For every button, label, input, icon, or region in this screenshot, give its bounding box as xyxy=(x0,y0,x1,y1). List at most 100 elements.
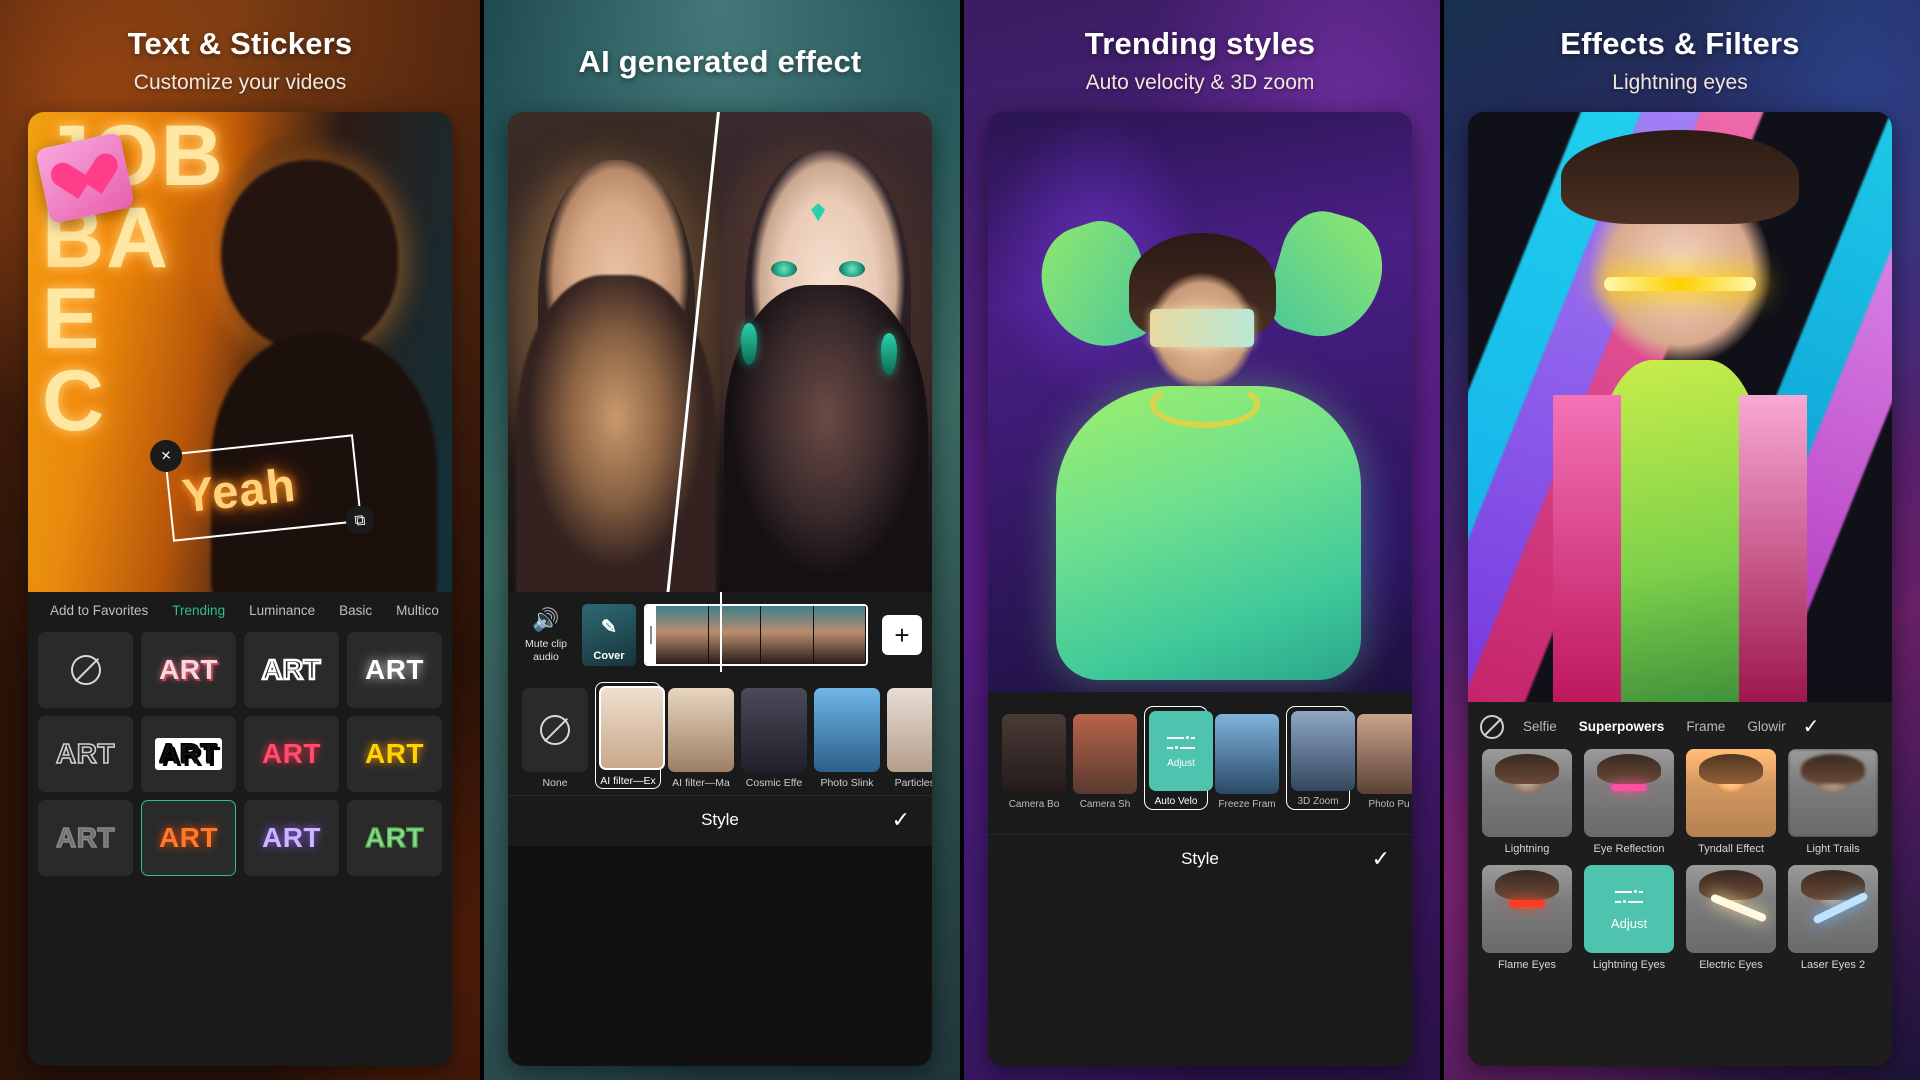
tab-selfie[interactable]: Selfie xyxy=(1512,719,1568,734)
filter-item[interactable]: Photo Slink xyxy=(814,688,880,789)
effect-item[interactable]: Eye Reflection xyxy=(1584,749,1674,855)
effect-item[interactable]: Tyndall Effect xyxy=(1686,749,1776,855)
confirm-icon[interactable]: ✓ xyxy=(892,807,910,833)
no-effect-icon[interactable] xyxy=(1480,714,1504,739)
adjust-thumbnail: Adjust xyxy=(1149,711,1213,791)
style-footer-2: Style ✓ xyxy=(508,795,932,846)
filter-thumbnail xyxy=(668,688,734,772)
effect-label: Flame Eyes xyxy=(1497,959,1557,971)
effect-thumbnail xyxy=(1686,749,1776,837)
panel-divider xyxy=(1440,0,1444,1080)
tab-multicolor[interactable]: Multico xyxy=(384,601,451,620)
tab-luminance[interactable]: Luminance xyxy=(237,601,327,620)
effect-category-tabs: Selfie Superpowers Frame Glowir ✓ xyxy=(1468,712,1892,749)
confirm-icon[interactable]: ✓ xyxy=(1803,714,1820,739)
clip-thumbnail[interactable] xyxy=(708,606,761,664)
effect-item[interactable]: Light Trails xyxy=(1788,749,1878,855)
style-swatch-selected[interactable]: ART xyxy=(141,800,236,876)
clip-thumbnail[interactable] xyxy=(813,606,866,664)
style-swatch[interactable]: ART xyxy=(141,716,236,792)
filter-thumbnail xyxy=(522,688,588,772)
clip-track[interactable] xyxy=(644,604,868,666)
ai-filter-list: None AI filter—Ex AI filter—Ma Cosmic Ef… xyxy=(508,672,932,795)
page-title: Effects & Filters xyxy=(1560,26,1800,61)
tab-glowing[interactable]: Glowir xyxy=(1736,719,1796,734)
effect-item[interactable]: Flame Eyes xyxy=(1482,865,1572,971)
filter-item[interactable]: Cosmic Effe xyxy=(741,688,807,789)
style-none[interactable] xyxy=(38,632,133,708)
filter-none[interactable]: None xyxy=(522,688,588,789)
style-swatch[interactable]: ART xyxy=(244,800,339,876)
effect-item[interactable]: Electric Eyes xyxy=(1686,865,1776,971)
style-category-tabs: Add to Favorites Trending Luminance Basi… xyxy=(28,592,452,628)
page-title: AI generated effect xyxy=(578,44,862,79)
effect-thumbnail xyxy=(1357,714,1412,794)
adjust-sliders-icon xyxy=(1615,887,1643,908)
style-swatch[interactable]: ART xyxy=(347,632,442,708)
effect-label: Freeze Fram xyxy=(1218,799,1276,810)
style-swatch[interactable]: ART xyxy=(347,800,442,876)
effect-thumbnail xyxy=(1215,714,1279,794)
style-swatch[interactable]: ART xyxy=(244,716,339,792)
style-footer-label: Style xyxy=(1181,849,1219,868)
effect-item[interactable]: Camera Bo xyxy=(1002,714,1066,810)
effect-item[interactable]: Camera Sh xyxy=(1073,714,1137,810)
effect-item-selected[interactable]: Adjust Lightning Eyes xyxy=(1584,865,1674,971)
effect-thumbnail xyxy=(1073,714,1137,794)
filter-item-selected[interactable]: AI filter—Ex xyxy=(595,682,665,789)
confirm-icon[interactable]: ✓ xyxy=(1372,846,1390,872)
adjust-sliders-icon xyxy=(1167,733,1195,754)
tab-basic[interactable]: Basic xyxy=(327,601,384,620)
style-swatch[interactable]: ART xyxy=(347,716,442,792)
effect-label: Auto Velo xyxy=(1154,796,1198,807)
tab-add-to-favorites[interactable]: Add to Favorites xyxy=(38,601,160,620)
filter-item[interactable]: AI filter—Ma xyxy=(668,688,734,789)
effect-item-boxed[interactable]: 3D Zoom xyxy=(1286,706,1355,810)
video-preview-3 xyxy=(988,112,1412,692)
panel-text-stickers: Text & Stickers Customize your videos JO… xyxy=(0,0,480,1080)
effect-item[interactable]: Lightning xyxy=(1482,749,1572,855)
effect-item[interactable]: Freeze Fram xyxy=(1215,714,1279,810)
text-object-value: Yeah xyxy=(179,457,299,523)
style-swatch[interactable]: ART xyxy=(38,716,133,792)
style-swatch[interactable]: ART xyxy=(244,632,339,708)
adjust-label: Adjust xyxy=(1610,915,1648,931)
style-swatch[interactable]: ART xyxy=(141,632,236,708)
playhead[interactable] xyxy=(720,592,722,672)
effect-thumbnail xyxy=(1482,749,1572,837)
page-subtitle: Auto velocity & 3D zoom xyxy=(1085,70,1315,94)
cover-label: Cover xyxy=(593,650,625,662)
tab-frame[interactable]: Frame xyxy=(1675,719,1736,734)
tab-trending[interactable]: Trending xyxy=(160,601,237,620)
screenshot-gallery: Text & Stickers Customize your videos JO… xyxy=(0,0,1920,1080)
effect-item[interactable]: Photo Pu xyxy=(1357,714,1412,810)
trim-handle-left[interactable] xyxy=(646,606,656,664)
tab-superpowers[interactable]: Superpowers xyxy=(1568,719,1676,734)
page-title: Trending styles xyxy=(1084,26,1316,61)
add-clip-button[interactable]: + xyxy=(882,615,922,655)
lightning-eyes-effect xyxy=(1603,277,1757,292)
clip-thumbnail[interactable] xyxy=(761,606,814,664)
filter-label: Cosmic Effe xyxy=(745,777,803,789)
style-swatch[interactable]: ART xyxy=(38,800,133,876)
hoodie xyxy=(1055,385,1362,681)
earring xyxy=(881,332,898,375)
adjust-thumbnail: Adjust xyxy=(1584,865,1674,953)
clip-thumbnail[interactable] xyxy=(656,606,709,664)
text-style-editor: Add to Favorites Trending Luminance Basi… xyxy=(28,592,452,1066)
video-preview-1: JOB BA E C Yeah × ⧉ xyxy=(28,112,452,592)
anime-eye xyxy=(770,260,797,277)
mute-clip-audio-button[interactable]: 🔊 Mute clip audio xyxy=(518,606,574,664)
effect-label: Tyndall Effect xyxy=(1698,843,1764,855)
speaker-icon: 🔊 xyxy=(532,607,560,633)
effect-item[interactable]: Laser Eyes 2 xyxy=(1788,865,1878,971)
text-style-grid: ART ART ART ART ART ART ART ART ART ART … xyxy=(28,628,452,880)
cover-button[interactable]: ✎ Cover xyxy=(582,604,636,666)
forehead-gem xyxy=(811,203,826,222)
effect-label: Photo Pu xyxy=(1368,799,1410,810)
filter-item[interactable]: Particles D xyxy=(887,688,932,789)
effect-label: Laser Eyes 2 xyxy=(1800,959,1866,971)
effect-item-selected[interactable]: Adjust Auto Velo xyxy=(1144,706,1213,810)
timeline-section: 🔊 Mute clip audio ✎ Cover + xyxy=(508,592,932,672)
effect-label: Lightning xyxy=(1504,843,1550,855)
